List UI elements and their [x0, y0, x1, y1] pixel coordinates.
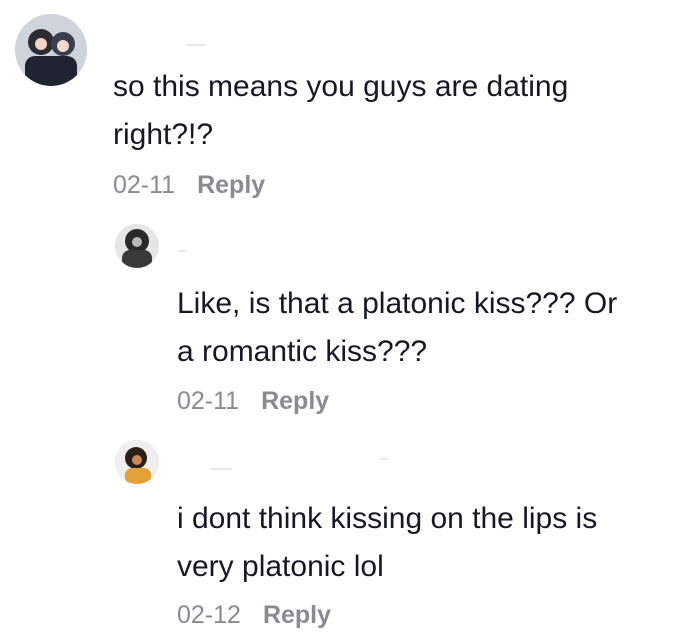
comment-date: 02-12: [177, 601, 241, 629]
comment-text: i dont think kissing on the lips is very…: [177, 502, 598, 583]
username-placeholder: [178, 250, 186, 252]
username-placeholder: [210, 468, 232, 470]
reply-button[interactable]: Reply: [261, 386, 329, 416]
comment-date: 02-11: [113, 171, 176, 199]
user-avatar-icon: [115, 224, 159, 268]
avatar[interactable]: [115, 224, 159, 268]
username-placeholder: [380, 458, 388, 460]
comment-meta: 02-12 Reply: [177, 600, 331, 630]
avatar[interactable]: [15, 14, 87, 86]
user-avatar-icon: [115, 440, 159, 484]
comment-text: Like, is that a platonic kiss??? Or a ro…: [177, 287, 618, 368]
avatar[interactable]: [115, 440, 159, 484]
comment-meta: 02-11 Reply: [177, 386, 329, 416]
reply-button[interactable]: Reply: [263, 600, 331, 630]
user-avatar-icon: [15, 14, 87, 86]
username-placeholder: [186, 44, 206, 46]
comment-date: 02-11: [177, 387, 240, 415]
comment-text: so this means you guys are dating right?…: [113, 70, 569, 151]
comment-meta: 02-11 Reply: [113, 170, 265, 200]
reply-button[interactable]: Reply: [197, 170, 265, 200]
